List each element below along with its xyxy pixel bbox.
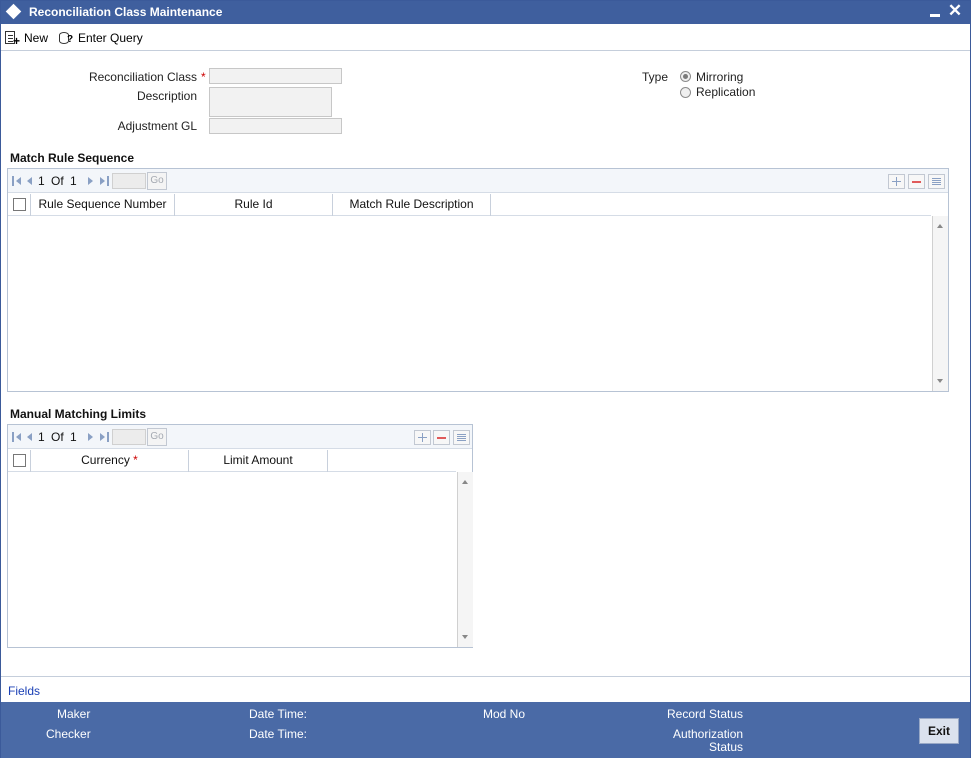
rule-sequence-number-header[interactable]: Rule Sequence Number — [31, 194, 175, 216]
match-rule-header-row: Rule Sequence Number Rule Id Match Rule … — [8, 194, 931, 216]
go-button[interactable]: Go — [147, 172, 167, 190]
select-all-checkbox[interactable] — [13, 454, 26, 467]
add-row-icon[interactable] — [414, 430, 431, 445]
mod-no-label: Mod No — [483, 707, 526, 721]
current-page: 1 — [38, 430, 45, 444]
select-all-column — [8, 194, 31, 216]
manual-limits-scrollbar[interactable] — [457, 472, 473, 647]
record-status-label: Record Status — [667, 707, 744, 721]
last-page-icon[interactable] — [99, 176, 109, 186]
scroll-up-icon[interactable] — [458, 472, 474, 488]
audit-bar: Maker Checker Date Time: Date Time: Mod … — [1, 702, 970, 758]
maker-date-time-label: Date Time: — [249, 707, 308, 721]
single-view-icon[interactable] — [928, 174, 945, 189]
authorization-status-label-line2: Status — [709, 740, 744, 754]
checker-date-time-label: Date Time: — [249, 727, 308, 741]
reconciliation-class-window: Reconciliation Class Maintenance ✕ + New… — [0, 0, 971, 758]
new-button-label: New — [24, 31, 49, 45]
scroll-down-icon[interactable] — [933, 375, 949, 391]
toolbar: + New ? Enter Query — [1, 25, 970, 51]
type-replication-label: Replication — [696, 85, 756, 99]
new-document-icon: + — [4, 30, 20, 47]
total-pages: 1 — [70, 430, 77, 444]
type-mirroring-label: Mirroring — [696, 70, 744, 84]
manual-limits-header-row: Currency * Limit Amount — [8, 450, 456, 472]
match-rule-sequence-title: Match Rule Sequence — [10, 151, 135, 165]
match-rule-scrollbar[interactable] — [932, 216, 948, 391]
previous-page-icon[interactable] — [25, 176, 35, 186]
enter-query-icon: ? — [58, 30, 74, 46]
last-page-icon[interactable] — [99, 432, 109, 442]
enter-query-button-label: Enter Query — [78, 31, 143, 45]
checker-label: Checker — [46, 727, 91, 741]
manual-matching-limits-grid: 1 Of 1 Go Currency * Limit Amount — [7, 424, 473, 648]
maker-label: Maker — [57, 707, 91, 721]
fields-bar: Fields — [1, 676, 970, 702]
exit-button[interactable]: Exit — [919, 718, 959, 744]
go-button[interactable]: Go — [147, 428, 167, 446]
match-rule-description-header[interactable]: Match Rule Description — [333, 194, 491, 216]
rule-id-header[interactable]: Rule Id — [175, 194, 333, 216]
new-button[interactable]: + New — [4, 28, 48, 48]
description-textarea[interactable] — [209, 87, 332, 117]
previous-page-icon[interactable] — [25, 432, 35, 442]
of-label: Of — [51, 174, 64, 188]
first-page-icon[interactable] — [12, 176, 22, 186]
page-number-input[interactable] — [112, 429, 146, 445]
currency-header[interactable]: Currency * — [31, 450, 189, 472]
of-label: Of — [51, 430, 64, 444]
manual-matching-limits-title: Manual Matching Limits — [10, 407, 147, 421]
next-page-icon[interactable] — [86, 432, 96, 442]
limit-amount-header[interactable]: Limit Amount — [189, 450, 328, 472]
next-page-icon[interactable] — [86, 176, 96, 186]
match-rule-pagination: 1 Of 1 Go — [8, 169, 948, 193]
adjustment-gl-input[interactable] — [209, 118, 342, 134]
type-replication-radio[interactable] — [680, 87, 691, 98]
type-mirroring-radio[interactable] — [680, 71, 691, 82]
single-view-icon[interactable] — [453, 430, 470, 445]
window-title: Reconciliation Class Maintenance — [29, 5, 223, 19]
minimize-icon[interactable] — [928, 4, 942, 20]
title-bar: Reconciliation Class Maintenance ✕ — [1, 1, 970, 24]
delete-row-icon[interactable] — [433, 430, 450, 445]
adjustment-gl-label: Adjustment GL — [117, 119, 197, 133]
fields-link[interactable]: Fields — [8, 684, 40, 698]
reconciliation-class-input[interactable] — [209, 68, 342, 84]
reconciliation-class-label: Reconciliation Class — [88, 70, 197, 84]
match-rule-sequence-grid: 1 Of 1 Go Rule Sequence Number Rule Id M… — [7, 168, 949, 392]
authorization-status-label-line1: Authorization — [673, 727, 744, 741]
add-row-icon[interactable] — [888, 174, 905, 189]
close-icon[interactable]: ✕ — [947, 2, 963, 20]
select-all-column — [8, 450, 31, 472]
enter-query-button[interactable]: ? Enter Query — [58, 28, 143, 48]
type-label: Type — [641, 70, 668, 84]
select-all-checkbox[interactable] — [13, 198, 26, 211]
scroll-down-icon[interactable] — [458, 631, 474, 647]
description-label: Description — [136, 89, 197, 103]
current-page: 1 — [38, 174, 45, 188]
first-page-icon[interactable] — [12, 432, 22, 442]
reconciliation-class-required-marker: * — [201, 70, 206, 84]
delete-row-icon[interactable] — [908, 174, 925, 189]
currency-required-marker: * — [133, 453, 138, 467]
currency-header-label: Currency — [81, 453, 130, 467]
window-diamond-icon — [5, 3, 22, 20]
manual-limits-pagination: 1 Of 1 Go — [8, 425, 472, 449]
page-number-input[interactable] — [112, 173, 146, 189]
scroll-up-icon[interactable] — [933, 216, 949, 232]
total-pages: 1 — [70, 174, 77, 188]
